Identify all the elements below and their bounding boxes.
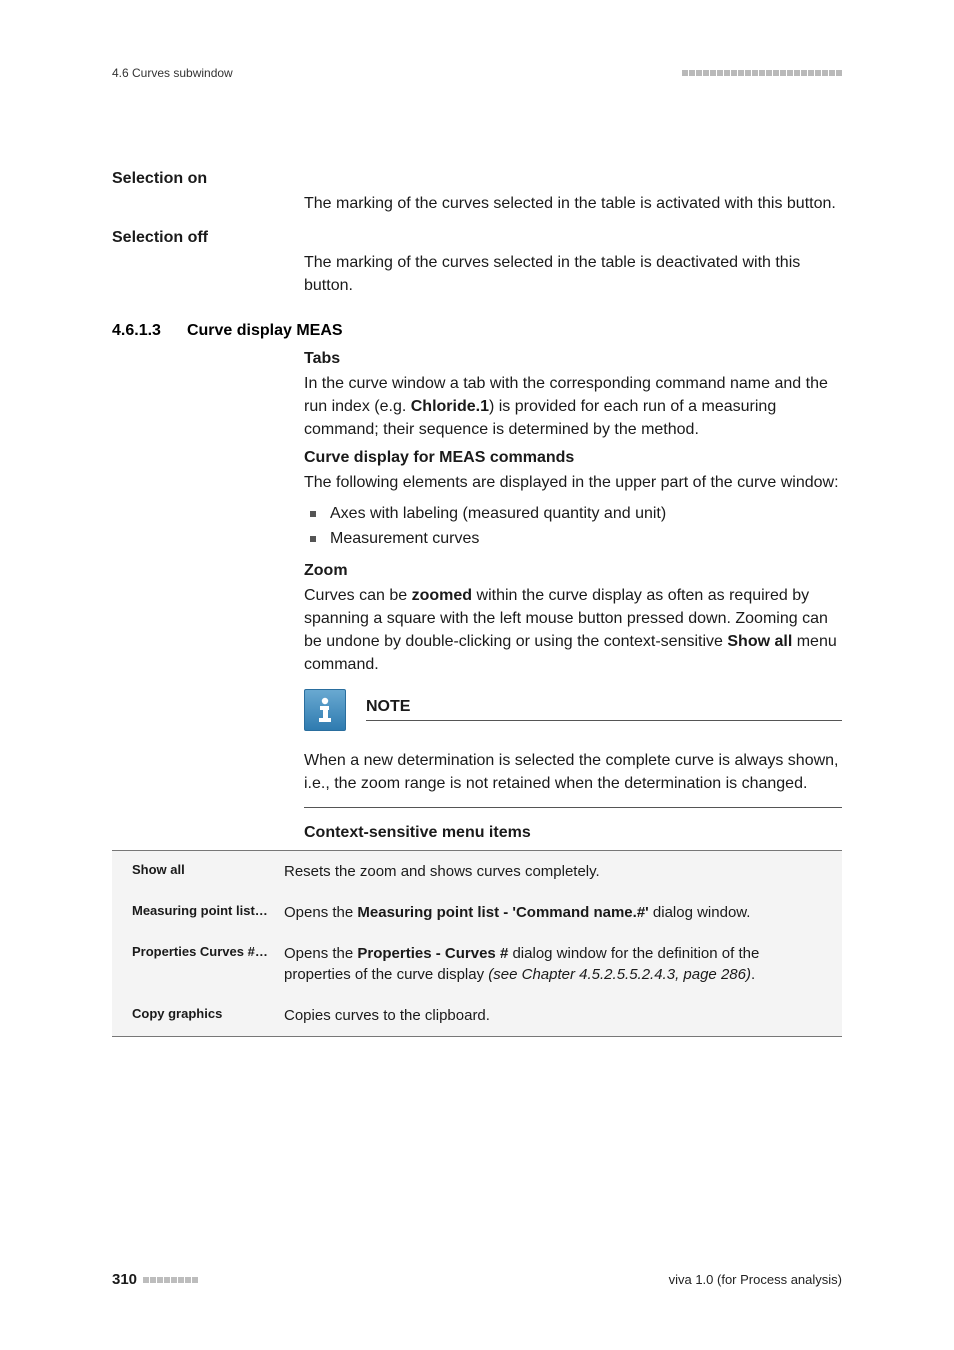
ctx-right-copy: Copies curves to the clipboard. <box>284 1005 842 1026</box>
ctx-left-copy: Copy graphics <box>112 1005 284 1026</box>
selection-off-text: The marking of the curves selected in th… <box>304 251 842 297</box>
list-item: Axes with labeling (measured quantity an… <box>304 502 842 527</box>
selection-off-block: Selection off The marking of the curves … <box>112 229 842 297</box>
footer-decoration <box>143 1277 198 1283</box>
ctx-props-bold: Properties - Curves # <box>357 945 508 962</box>
page-number: 310 <box>112 1271 137 1288</box>
ctx-mpl-post: dialog window. <box>649 904 751 921</box>
heading-number: 4.6.1.3 <box>112 322 161 340</box>
context-menu-heading: Context-sensitive menu items <box>304 824 842 842</box>
ctx-mpl-bold: Measuring point list - 'Command name.#' <box>357 904 648 921</box>
ctx-left-props: Properties Curves #… <box>112 943 284 985</box>
selection-on-label: Selection on <box>112 170 842 188</box>
header-decoration <box>682 70 842 76</box>
zoom-paragraph: Curves can be zoomed within the curve di… <box>304 584 842 677</box>
ctx-right-mpl: Opens the Measuring point list - 'Comman… <box>284 902 842 923</box>
ctx-props-pre: Opens the <box>284 945 357 962</box>
note-title: NOTE <box>366 698 410 715</box>
running-head-text: 4.6 Curves subwindow <box>112 66 233 80</box>
ctx-left-show-all: Show all <box>112 861 284 882</box>
ctx-right-props: Opens the Properties - Curves # dialog w… <box>284 943 842 985</box>
zoom-heading: Zoom <box>304 562 842 580</box>
note-text: When a new determination is selected the… <box>304 749 842 808</box>
table-row: Show all Resets the zoom and shows curve… <box>112 851 842 892</box>
tabs-paragraph: In the curve window a tab with the corre… <box>304 372 842 442</box>
meas-paragraph: The following elements are displayed in … <box>304 471 842 494</box>
zoom-pre: Curves can be <box>304 587 412 604</box>
table-row: Measuring point list… Opens the Measurin… <box>112 892 842 933</box>
selection-off-label: Selection off <box>112 229 842 247</box>
heading-4-6-1-3: 4.6.1.3 Curve display MEAS <box>112 322 842 340</box>
zoom-bold2: Show all <box>727 633 792 650</box>
ctx-mpl-pre: Opens the <box>284 904 357 921</box>
zoom-bold1: zoomed <box>412 587 472 604</box>
footer-version: viva 1.0 (for Process analysis) <box>669 1272 842 1287</box>
page-footer: 310 viva 1.0 (for Process analysis) <box>112 1271 842 1288</box>
ctx-props-italic: (see Chapter 4.5.2.5.5.2.4.3, page 286) <box>488 966 751 983</box>
note-box: NOTE When a new determination is selecte… <box>304 689 842 808</box>
heading-title: Curve display MEAS <box>187 322 343 340</box>
list-item: Measurement curves <box>304 527 842 552</box>
tabs-heading: Tabs <box>304 350 842 368</box>
table-row: Properties Curves #… Opens the Propertie… <box>112 933 842 995</box>
tabs-para-bold: Chloride.1 <box>411 398 489 415</box>
selection-on-block: Selection on The marking of the curves s… <box>112 170 842 215</box>
table-row: Copy graphics Copies curves to the clipb… <box>112 995 842 1036</box>
info-icon <box>304 689 346 731</box>
ctx-props-post: . <box>751 966 755 983</box>
meas-heading: Curve display for MEAS commands <box>304 449 842 467</box>
context-menu-table: Show all Resets the zoom and shows curve… <box>112 850 842 1037</box>
selection-on-text: The marking of the curves selected in th… <box>304 192 842 215</box>
meas-bullets: Axes with labeling (measured quantity an… <box>304 502 842 552</box>
ctx-left-mpl: Measuring point list… <box>112 902 284 923</box>
ctx-right-show-all: Resets the zoom and shows curves complet… <box>284 861 842 882</box>
